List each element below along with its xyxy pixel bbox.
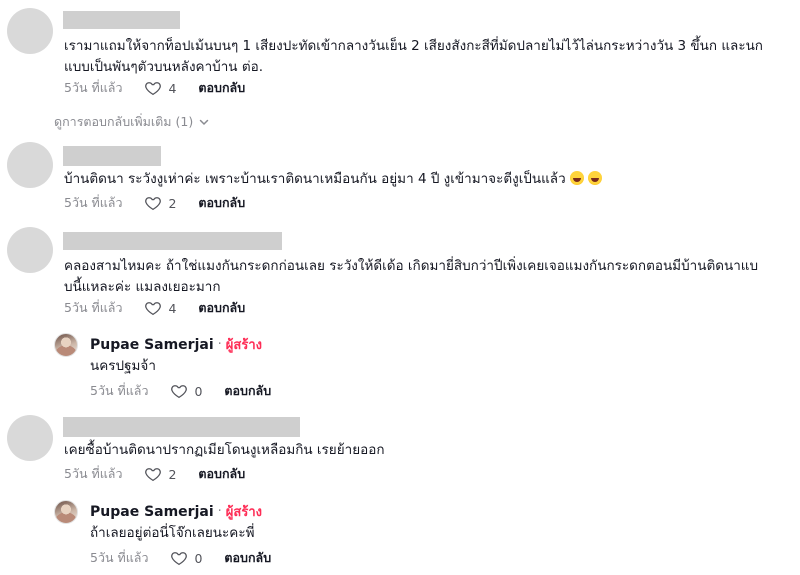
reply-button[interactable]: ตอบกลับ (224, 548, 271, 568)
comment-meta: 5วัน ที่แล้ว 2 ตอบกลับ (64, 464, 245, 484)
heart-outline-icon (171, 385, 188, 399)
reply-button[interactable]: ตอบกลับ (224, 381, 271, 401)
redacted-username[interactable] (63, 11, 180, 29)
like-count: 4 (168, 80, 177, 96)
comment-text-line: เคยซื้อบ้านติดนาปรากฏเมียโดนงูเหลือมกิน … (64, 442, 385, 458)
avatar[interactable] (7, 8, 53, 54)
reply-text: นครปฐมจ้า (90, 358, 156, 374)
comment-text-line: บ้านติดนา ระวังงูเห่าค่ะ เพราะบ้านเราติด… (64, 171, 566, 187)
like-button[interactable]: 0 (170, 549, 202, 567)
comment-time: 5วัน ที่แล้ว (64, 195, 123, 210)
comment-section: เรามาแถมให้จากท็อปเม้นบนๆ 1 เสียงปะทัดเข… (0, 0, 800, 575)
heart-outline-icon (145, 197, 162, 211)
redacted-username[interactable] (63, 146, 161, 166)
like-button[interactable]: 2 (144, 465, 176, 483)
view-more-replies-button[interactable]: ดูการตอบกลับเพิ่มเติม (1) (54, 112, 210, 132)
reply-author-name[interactable]: Pupae Samerjai (90, 337, 214, 353)
comment-text-line: แบบเป็นพันๆตัวบนหลังคาบ้าน ต่อ. (64, 59, 263, 75)
comment-time: 5วัน ที่แล้ว (64, 300, 123, 315)
creator-badge: ผู้สร้าง (225, 338, 262, 353)
avatar[interactable] (7, 227, 53, 273)
reply-button[interactable]: ตอบกลับ (198, 193, 245, 213)
reply-button[interactable]: ตอบกลับ (198, 78, 245, 98)
reply-author-line: Pupae Samerjai · ผู้สร้าง (90, 334, 262, 355)
heart-outline-icon (145, 82, 162, 96)
like-button[interactable]: 0 (170, 382, 202, 400)
comment-meta: 5วัน ที่แล้ว 4 ตอบกลับ (64, 298, 245, 318)
like-count: 2 (168, 466, 177, 482)
chevron-down-icon (199, 119, 209, 126)
grinning-sweat-emoji-icon (587, 171, 602, 185)
heart-outline-icon (145, 468, 162, 482)
like-button[interactable]: 2 (144, 194, 176, 212)
avatar[interactable] (7, 142, 53, 188)
reply-time: 5วัน ที่แล้ว (90, 383, 149, 398)
reply-time: 5วัน ที่แล้ว (90, 550, 149, 565)
creator-badge: ผู้สร้าง (225, 505, 262, 520)
creator-avatar[interactable] (54, 500, 78, 524)
reply-author-line: Pupae Samerjai · ผู้สร้าง (90, 501, 262, 522)
comment-meta: 5วัน ที่แล้ว 2 ตอบกลับ (64, 193, 245, 213)
like-button[interactable]: 4 (144, 299, 176, 317)
grinning-sweat-emoji-icon (569, 171, 584, 185)
reply-meta: 5วัน ที่แล้ว 0 ตอบกลับ (90, 381, 271, 401)
like-button[interactable]: 4 (144, 79, 176, 97)
redacted-username[interactable] (63, 232, 282, 250)
author-separator: · (217, 504, 222, 519)
view-more-replies-label: ดูการตอบกลับเพิ่มเติม (1) (54, 114, 194, 129)
comment-time: 5วัน ที่แล้ว (64, 80, 123, 95)
comment-text-line: บนี้แหละค่ะ แมลงเยอะมาก (64, 279, 221, 295)
author-separator: · (217, 337, 222, 352)
creator-avatar[interactable] (54, 333, 78, 357)
reply-button[interactable]: ตอบกลับ (198, 464, 245, 484)
avatar[interactable] (7, 415, 53, 461)
heart-outline-icon (145, 302, 162, 316)
comment-time: 5วัน ที่แล้ว (64, 466, 123, 481)
reply-text: ถ้าเลยอยู่ต่อนี่โจ๊กเลยนะคะพี่ (90, 525, 255, 541)
comment-text-line: เรามาแถมให้จากท็อปเม้นบนๆ 1 เสียงปะทัดเข… (64, 38, 763, 54)
like-count: 0 (194, 550, 203, 566)
like-count: 2 (168, 195, 177, 211)
comment-text: บ้านติดนา ระวังงูเห่าค่ะ เพราะบ้านเราติด… (64, 169, 602, 190)
heart-outline-icon (171, 552, 188, 566)
comment-text-line: คลองสามไหมคะ ถ้าใช่แมงกันกระดกก่อนเลย ระ… (64, 258, 759, 274)
reply-button[interactable]: ตอบกลับ (198, 298, 245, 318)
reply-author-name[interactable]: Pupae Samerjai (90, 504, 214, 520)
redacted-username[interactable] (63, 417, 300, 437)
comment-meta: 5วัน ที่แล้ว 4 ตอบกลับ (64, 78, 245, 98)
reply-meta: 5วัน ที่แล้ว 0 ตอบกลับ (90, 548, 271, 568)
like-count: 4 (168, 300, 177, 316)
like-count: 0 (194, 383, 203, 399)
